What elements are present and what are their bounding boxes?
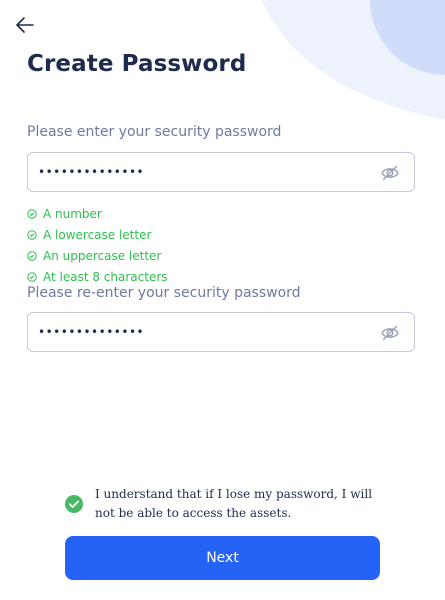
password-input[interactable] [38,153,368,191]
eye-off-icon[interactable] [380,163,400,183]
password-requirements: A number A lowercase letter An uppercase… [27,203,168,287]
requirement-text: An uppercase letter [43,248,162,263]
eye-off-icon[interactable] [380,323,400,343]
back-arrow-icon[interactable] [14,14,36,36]
requirement-text: At least 8 characters [43,269,168,284]
requirement-item: An uppercase letter [27,245,168,266]
requirement-item: A lowercase letter [27,224,168,245]
requirement-text: A lowercase letter [43,227,152,242]
requirement-item: A number [27,203,168,224]
requirement-text: A number [43,206,102,221]
confirm-password-input[interactable] [38,313,368,351]
page-title: Create Password [27,51,247,77]
confirm-password-field[interactable] [27,312,415,352]
agreement-text: I understand that if I lose my password,… [95,487,373,520]
next-button[interactable]: Next [65,536,380,580]
check-circle-icon [27,250,37,261]
password-field[interactable] [27,152,415,192]
check-circle-icon [27,229,37,240]
agreement-row: I understand that if I lose my password,… [64,485,384,523]
check-circle-icon [27,208,37,219]
check-circle-icon [27,271,37,282]
requirement-item: At least 8 characters [27,266,168,287]
checkbox-checked-icon[interactable] [64,494,84,514]
confirm-password-label: Please re-enter your security password [27,285,301,301]
password-label: Please enter your security password [27,124,282,140]
